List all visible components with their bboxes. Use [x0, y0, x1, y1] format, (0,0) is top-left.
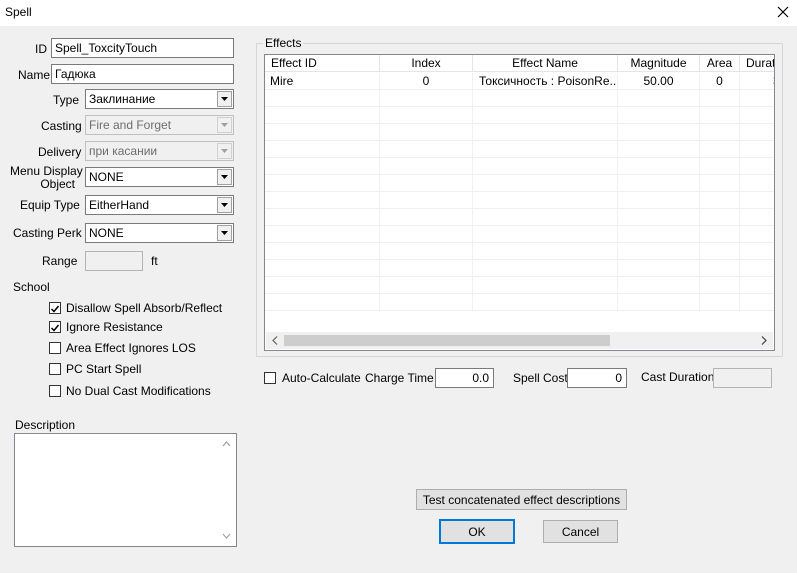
- type-label: Type: [53, 93, 80, 107]
- cell-index: 0: [380, 73, 473, 89]
- equip-type-dropdown[interactable]: EitherHand: [85, 195, 234, 215]
- empty-row: [265, 107, 774, 124]
- vertical-scrollbar[interactable]: [218, 435, 235, 545]
- name-field[interactable]: Гадюка: [51, 64, 234, 84]
- empty-row: [265, 209, 774, 226]
- effects-list[interactable]: Effect ID Index Effect Name Magnitude Ar…: [264, 54, 775, 351]
- checkbox-label: Disallow Spell Absorb/Reflect: [66, 301, 223, 315]
- casting-perk-label: Casting Perk: [13, 226, 82, 240]
- empty-row: [265, 226, 774, 243]
- cell-area: 0: [700, 73, 740, 89]
- checkbox-label: Area Effect Ignores LOS: [66, 341, 196, 355]
- delivery-label: Delivery: [38, 145, 82, 159]
- description-field[interactable]: [14, 433, 237, 547]
- column-header-magnitude[interactable]: Magnitude: [618, 55, 700, 72]
- test-descriptions-button[interactable]: Test concatenated effect descriptions: [416, 489, 627, 510]
- menu-display-label-line1: Menu Display: [10, 164, 83, 178]
- effects-list-rows: Mire 0 Токсичность : PoisonRe... 50.00 0…: [265, 73, 774, 311]
- casting-perk-dropdown[interactable]: NONE: [85, 223, 234, 243]
- cell-duration: 30: [740, 73, 774, 89]
- chevron-down-icon[interactable]: [217, 225, 232, 241]
- ok-button[interactable]: OK: [439, 519, 515, 544]
- delivery-value: при касании: [89, 144, 158, 158]
- id-field[interactable]: Spell_ToxcityTouch: [51, 38, 234, 58]
- empty-row: [265, 277, 774, 294]
- auto-calculate-label: Auto-Calculate: [282, 371, 361, 385]
- cast-duration-field: [713, 368, 772, 388]
- delivery-dropdown: при касании: [85, 141, 234, 161]
- cell-magnitude: 50.00: [618, 73, 700, 89]
- description-label: Description: [15, 418, 76, 432]
- equip-type-label: Equip Type: [20, 198, 80, 212]
- menu-display-dropdown[interactable]: NONE: [85, 167, 234, 187]
- spell-cost-field[interactable]: 0: [567, 368, 627, 388]
- casting-perk-value: NONE: [89, 226, 124, 240]
- effects-list-header: Effect ID Index Effect Name Magnitude Ar…: [265, 55, 774, 72]
- casting-label: Casting: [41, 119, 82, 133]
- checkbox[interactable]: [49, 321, 61, 333]
- checkbox[interactable]: [49, 302, 61, 314]
- charge-time-field[interactable]: 0.0: [435, 368, 494, 388]
- chevron-down-icon[interactable]: [217, 197, 232, 213]
- chevron-down-icon[interactable]: [217, 91, 232, 107]
- casting-dropdown: Fire and Forget: [85, 115, 234, 135]
- chevron-down-icon: [217, 117, 232, 133]
- name-label: Name: [18, 68, 51, 82]
- checkbox-label: No Dual Cast Modifications: [66, 384, 211, 398]
- checkbox[interactable]: [264, 372, 276, 384]
- checkbox[interactable]: [49, 342, 61, 354]
- empty-row: [265, 175, 774, 192]
- scrollbar-thumb[interactable]: [284, 335, 610, 346]
- checkbox-label: PC Start Spell: [66, 362, 142, 376]
- empty-row: [265, 243, 774, 260]
- checkbox[interactable]: [49, 385, 61, 397]
- cell-effect-name: Токсичность : PoisonRe...: [473, 73, 618, 89]
- checkmark-icon: [50, 324, 60, 332]
- empty-row: [265, 294, 774, 311]
- chevron-left-icon[interactable]: [268, 332, 282, 349]
- range-label: Range: [42, 254, 78, 268]
- chevron-down-icon: [217, 143, 232, 159]
- checkmark-icon: [50, 305, 60, 313]
- menu-display-label-line2: Object: [40, 177, 75, 191]
- empty-row: [265, 90, 774, 107]
- cell-effect-id: Mire: [265, 73, 380, 89]
- equip-type-value: EitherHand: [89, 198, 150, 212]
- table-row[interactable]: Mire 0 Токсичность : PoisonRe... 50.00 0…: [265, 73, 774, 90]
- checkbox[interactable]: [49, 363, 61, 375]
- id-label: ID: [35, 42, 47, 56]
- close-button[interactable]: [771, 2, 795, 22]
- window-title: Spell: [5, 5, 32, 19]
- cancel-button[interactable]: Cancel: [543, 520, 618, 543]
- column-header-duration[interactable]: Duration: [740, 55, 774, 72]
- casting-value: Fire and Forget: [89, 118, 172, 132]
- column-header-index[interactable]: Index: [380, 55, 473, 72]
- empty-row: [265, 260, 774, 277]
- column-header-effect-id[interactable]: Effect ID: [265, 55, 380, 72]
- effects-group-label: Effects: [263, 36, 304, 50]
- chevron-right-icon[interactable]: [757, 332, 771, 349]
- horizontal-scrollbar[interactable]: [266, 332, 773, 349]
- cast-duration-label: Cast Duration: [641, 370, 715, 384]
- type-value: Заклинание: [89, 92, 156, 106]
- chevron-up-icon[interactable]: [218, 437, 235, 451]
- title-bar: Spell: [0, 0, 797, 26]
- empty-row: [265, 124, 774, 141]
- range-unit: ft: [151, 254, 158, 268]
- close-icon: [777, 6, 789, 18]
- type-dropdown[interactable]: Заклинание: [85, 89, 234, 109]
- empty-row: [265, 141, 774, 158]
- checkbox-label: Ignore Resistance: [66, 320, 163, 334]
- chevron-down-icon[interactable]: [218, 529, 235, 543]
- empty-row: [265, 158, 774, 175]
- range-field: [85, 251, 143, 271]
- spell-cost-label: Spell Cost: [513, 371, 568, 385]
- chevron-down-icon[interactable]: [217, 169, 232, 185]
- column-header-effect-name[interactable]: Effect Name: [473, 55, 618, 72]
- column-header-area[interactable]: Area: [700, 55, 740, 72]
- menu-display-value: NONE: [89, 170, 124, 184]
- empty-row: [265, 192, 774, 209]
- charge-time-label: Charge Time: [365, 371, 434, 385]
- school-label: School: [13, 280, 50, 294]
